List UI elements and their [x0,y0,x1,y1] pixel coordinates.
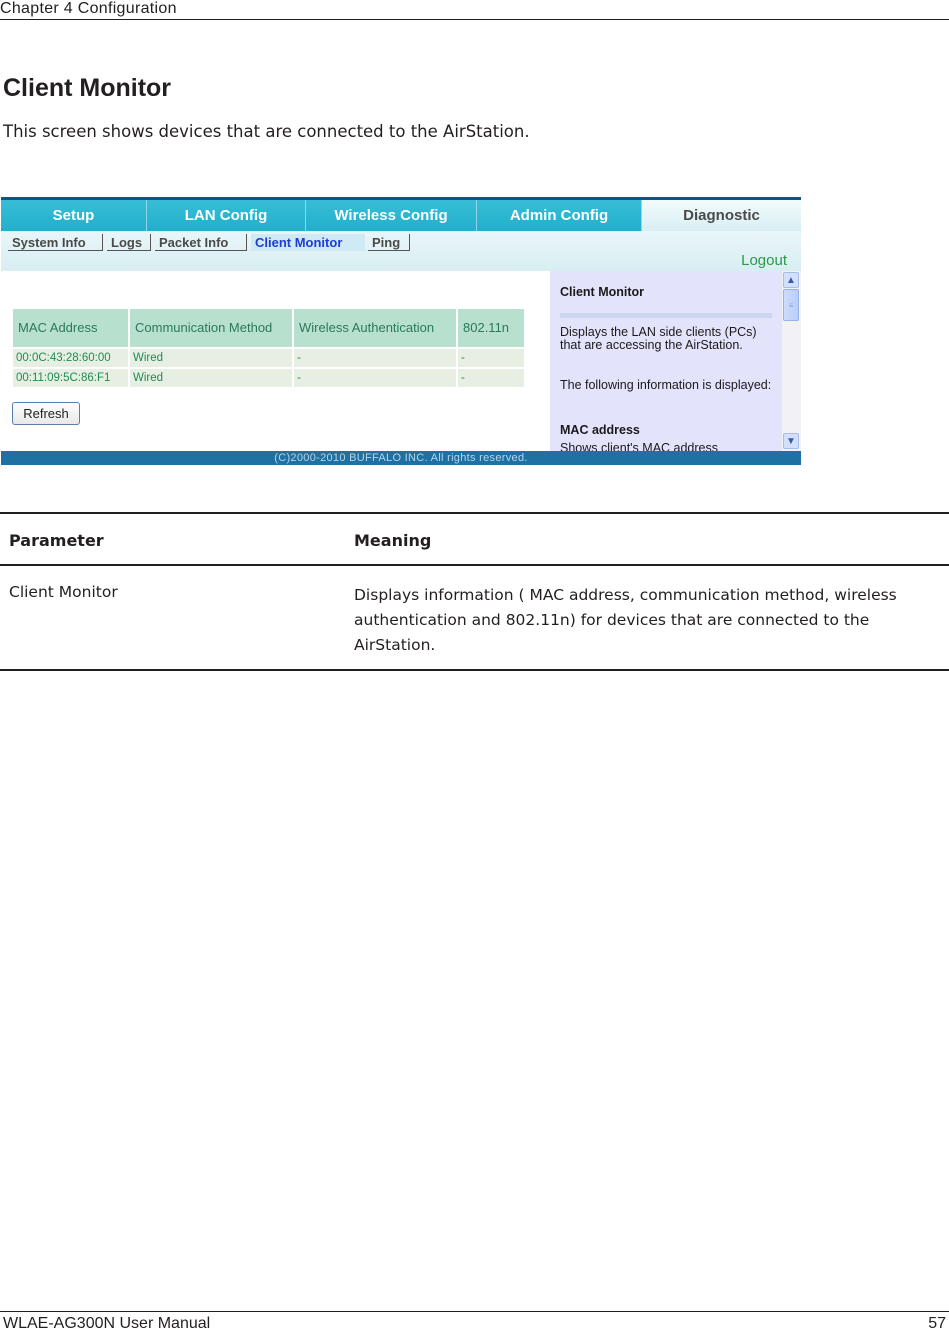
scroll-down-icon[interactable]: ▼ [783,433,799,449]
cell-mac: 00:0C:43:28:60:00 [13,349,128,367]
help-title: Client Monitor [560,285,645,299]
main-tab-bar: Setup LAN Config Wireless Config Admin C… [1,200,801,231]
tab-diagnostic[interactable]: Diagnostic [642,200,801,231]
cell-80211n: - [458,349,524,367]
cell-80211n: - [458,369,524,387]
tab-admin-config[interactable]: Admin Config [477,200,642,231]
sub-tab-bar: System Info Logs Packet Info Client Moni… [1,231,801,271]
col-mac-address: MAC Address [13,309,128,347]
help-paragraph: Shows client's MAC address [560,441,719,451]
header-parameter: Parameter [9,531,104,550]
parameter-table-header: Parameter Meaning [0,514,949,566]
chapter-header: Chapter 4 Configuration [0,0,949,20]
parameter-name: Client Monitor [9,583,118,601]
cell-auth: - [294,369,456,387]
help-paragraph: The following information is displayed: [560,378,772,392]
col-communication-method: Communication Method [130,309,292,347]
router-ui-screenshot: Setup LAN Config Wireless Config Admin C… [1,197,801,465]
client-monitor-panel: MAC Address Communication Method Wireles… [1,271,549,451]
page-footer: WLAE-AG300N User Manual 57 [0,1311,949,1333]
tab-wireless-config[interactable]: Wireless Config [306,200,477,231]
subtab-system-info[interactable]: System Info [8,234,103,251]
cell-auth: - [294,349,456,367]
subtab-logs[interactable]: Logs [107,234,151,251]
col-80211n: 802.11n [458,309,524,347]
refresh-button[interactable]: Refresh [12,402,80,425]
section-intro: This screen shows devices that are conne… [3,122,530,141]
tab-lan-config[interactable]: LAN Config [147,200,306,231]
scroll-up-icon[interactable]: ▲ [783,272,799,288]
scroll-thumb[interactable]: ≡ [783,289,799,321]
subtab-ping[interactable]: Ping [368,234,410,251]
subtab-client-monitor[interactable]: Client Monitor [251,234,365,251]
tab-setup[interactable]: Setup [1,200,147,231]
help-divider [560,313,772,318]
parameter-meaning: Displays information ( MAC address, comm… [354,586,897,654]
help-scrollbar[interactable]: ▲ ≡ ▼ [782,271,801,451]
subtab-packet-info[interactable]: Packet Info [155,234,247,251]
help-panel: Client Monitor Displays the LAN side cli… [550,271,782,451]
help-paragraph: Displays the LAN side clients (PCs) that… [560,325,757,352]
cell-method: Wired [130,369,292,387]
logout-link[interactable]: Logout [741,252,787,269]
section-title: Client Monitor [3,74,172,102]
client-table: MAC Address Communication Method Wireles… [11,307,526,389]
parameter-table: Parameter Meaning Client Monitor Display… [0,512,949,671]
help-subheading: MAC address [560,423,640,437]
copyright-footer: (C)2000-2010 BUFFALO INC. All rights res… [1,451,801,465]
header-meaning: Meaning [354,531,432,550]
col-wireless-authentication: Wireless Authentication [294,309,456,347]
table-row: Client Monitor Displays information ( MA… [0,566,949,669]
cell-method: Wired [130,349,292,367]
cell-mac: 00:11:09:5C:86:F1 [13,369,128,387]
table-row: 00:0C:43:28:60:00 Wired - - [13,349,524,367]
table-row: 00:11:09:5C:86:F1 Wired - - [13,369,524,387]
